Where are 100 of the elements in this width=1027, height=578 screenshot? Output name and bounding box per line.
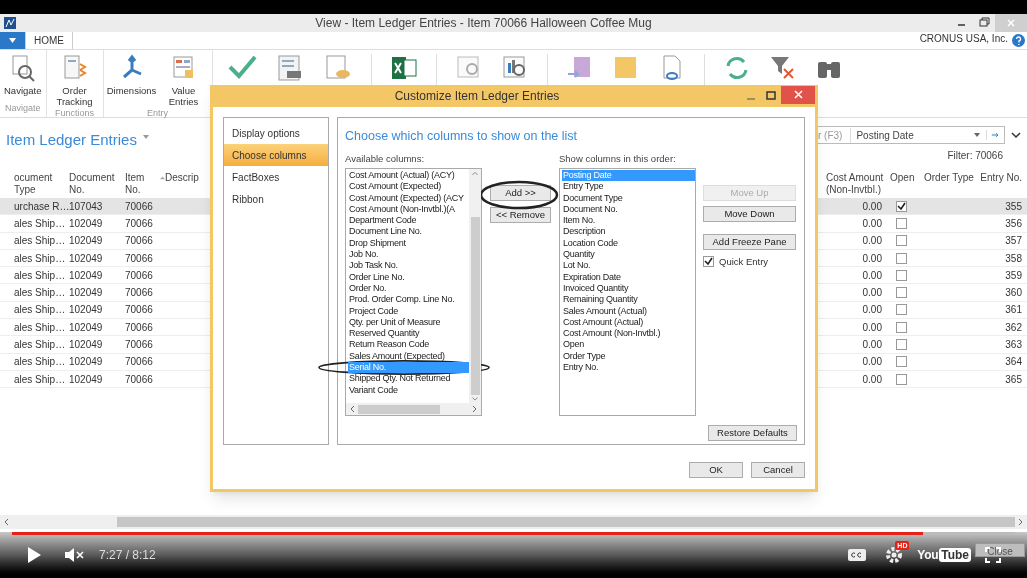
checkbox[interactable] bbox=[896, 217, 907, 229]
ribbon-button[interactable]: Order Tracking bbox=[49, 50, 100, 107]
add-button[interactable]: Add >> bbox=[490, 184, 551, 201]
list-item[interactable]: Invoiced Quantity bbox=[562, 282, 695, 295]
caret-icon[interactable] bbox=[974, 133, 980, 137]
nav-item[interactable]: Display options bbox=[224, 122, 328, 144]
list-item[interactable]: Entry Type bbox=[562, 181, 695, 193]
restore-button[interactable]: Restore Defaults bbox=[708, 425, 797, 441]
caret-icon[interactable] bbox=[9, 38, 16, 43]
list-item[interactable]: Description bbox=[562, 226, 695, 238]
list-item[interactable]: Order No. bbox=[348, 282, 469, 295]
checkbox[interactable] bbox=[896, 200, 907, 212]
ribbon-button[interactable]: Value Entries bbox=[158, 50, 209, 107]
list-item[interactable]: Cost Amount (Actual) bbox=[562, 316, 695, 329]
table-cell-text: 102049 bbox=[69, 320, 104, 335]
list-item[interactable]: Job No. bbox=[348, 249, 469, 261]
list-item[interactable]: Lot No. bbox=[562, 260, 695, 272]
list-item[interactable]: Quantity bbox=[562, 249, 695, 261]
column-header[interactable]: Order Type bbox=[924, 172, 974, 184]
muted-speaker-icon[interactable] bbox=[64, 547, 84, 563]
checkbox[interactable] bbox=[896, 321, 907, 333]
list-item[interactable]: Job Task No. bbox=[348, 260, 469, 272]
list-item[interactable]: Order Line No. bbox=[348, 271, 469, 283]
side-button[interactable]: Add Freeze Pane bbox=[703, 233, 796, 250]
list-item[interactable]: Document No. bbox=[562, 203, 695, 216]
list-item[interactable]: Sales Amount (Expected) bbox=[348, 350, 469, 363]
column-header[interactable]: Entry No. bbox=[974, 172, 1022, 184]
list-item[interactable]: Document Line No. bbox=[348, 226, 469, 238]
list-item[interactable]: Drop Shipment bbox=[348, 237, 469, 250]
list-item[interactable]: Sales Amount (Actual) bbox=[562, 305, 695, 317]
ok-button[interactable]: OK bbox=[689, 462, 743, 478]
ribbon-button[interactable]: Navigate bbox=[3, 50, 43, 96]
window-title: View - Item Ledger Entries - Item 70066 Halloween Coffee Mug bbox=[314, 15, 653, 32]
table-cell-text: 355 bbox=[1004, 199, 1022, 214]
checkbox[interactable] bbox=[703, 256, 714, 268]
close-icon[interactable] bbox=[793, 90, 803, 99]
scrollbar-thumb[interactable] bbox=[117, 517, 1015, 527]
list-item[interactable]: Location Code bbox=[562, 237, 695, 250]
cancel-button[interactable]: Cancel bbox=[751, 462, 805, 478]
list-item[interactable]: Open bbox=[562, 339, 695, 351]
list-item[interactable]: Cost Amount (Expected) bbox=[348, 181, 469, 193]
help-icon[interactable] bbox=[1012, 34, 1025, 47]
list-item[interactable]: Department Code bbox=[348, 215, 469, 227]
nav-item[interactable]: Ribbon bbox=[224, 188, 328, 210]
checkbox[interactable] bbox=[896, 235, 907, 247]
table-cell-text: 362 bbox=[1004, 320, 1022, 335]
list-item[interactable]: Remaining Quantity bbox=[562, 294, 695, 306]
list-item[interactable]: Reserved Quantity bbox=[348, 328, 469, 340]
checkbox[interactable] bbox=[896, 304, 907, 316]
table-cell-text: 70066 bbox=[125, 372, 154, 387]
table-cell-text: 361 bbox=[1004, 303, 1022, 318]
checkbox[interactable] bbox=[896, 373, 907, 385]
list-item[interactable]: Cost Amount (Non-Invtbl.)(A bbox=[348, 203, 469, 216]
checkbox[interactable] bbox=[896, 356, 907, 368]
checkbox[interactable] bbox=[896, 339, 907, 350]
table-cell-text: 102049 bbox=[69, 372, 104, 387]
close-button[interactable] bbox=[781, 85, 815, 104]
check-icon[interactable] bbox=[226, 54, 257, 80]
scrollbar[interactable] bbox=[469, 169, 481, 403]
list-item[interactable]: Cost Amount (Actual) (ACY) bbox=[348, 170, 469, 182]
nav-item[interactable]: Choose columns bbox=[224, 144, 328, 166]
list-item[interactable]: Return Reason Code bbox=[348, 339, 469, 351]
list-item[interactable]: Prod. Order Comp. Line No. bbox=[348, 294, 469, 306]
checkbox[interactable] bbox=[896, 269, 907, 281]
settings-icon[interactable] bbox=[885, 546, 904, 564]
column-header[interactable]: ocument Type bbox=[14, 172, 69, 196]
captions-icon[interactable] bbox=[847, 548, 868, 562]
list-item[interactable]: Expiration Date bbox=[562, 271, 695, 283]
scrollbar[interactable] bbox=[346, 403, 481, 415]
chevron-down-icon[interactable] bbox=[1011, 131, 1021, 139]
excel-icon[interactable] bbox=[389, 54, 418, 82]
table-cell-text: ales Ship… bbox=[14, 234, 67, 249]
column-header[interactable]: Item No. bbox=[125, 172, 156, 196]
list-item[interactable]: Entry No. bbox=[562, 362, 695, 374]
column-header[interactable]: Document No. bbox=[69, 172, 125, 196]
table-cell-text: 359 bbox=[1004, 268, 1022, 283]
side-button[interactable]: Move Down bbox=[703, 205, 796, 222]
youtube-logo[interactable]: You Tube bbox=[917, 546, 971, 564]
list-item[interactable]: Project Code bbox=[348, 305, 469, 317]
caret-icon[interactable] bbox=[142, 135, 149, 139]
page-title: Item Ledger Entries bbox=[6, 130, 137, 150]
list-item[interactable]: Item No. bbox=[562, 215, 695, 227]
list-item[interactable]: Shipped Qty. Not Returned bbox=[348, 373, 469, 385]
nav-item[interactable]: FactBoxes bbox=[224, 166, 328, 188]
list-item[interactable]: Cost Amount (Non-Invtbl.) bbox=[562, 328, 695, 340]
column-header[interactable]: Descrip bbox=[165, 172, 203, 184]
list-item[interactable]: Order Type bbox=[562, 350, 695, 363]
checkbox[interactable] bbox=[896, 287, 907, 299]
column-header[interactable]: Cost Amount (Non-Invtbl.) bbox=[826, 172, 888, 196]
play-icon[interactable] bbox=[26, 546, 42, 564]
list-item[interactable]: Variant Code bbox=[348, 384, 469, 396]
list-item[interactable]: Qty. per Unit of Measure bbox=[348, 316, 469, 329]
ribbon-button[interactable]: Dimensions bbox=[106, 50, 157, 96]
checkbox[interactable] bbox=[896, 252, 907, 264]
table-cell-text: 360 bbox=[1004, 286, 1022, 301]
list-item[interactable]: Document Type bbox=[562, 192, 695, 204]
list-item[interactable]: Cost Amount (Expected) (ACY bbox=[348, 192, 469, 204]
column-header[interactable]: Open bbox=[890, 172, 924, 184]
menu-button[interactable] bbox=[0, 32, 25, 49]
table-cell-text: ales Ship… bbox=[14, 355, 67, 370]
